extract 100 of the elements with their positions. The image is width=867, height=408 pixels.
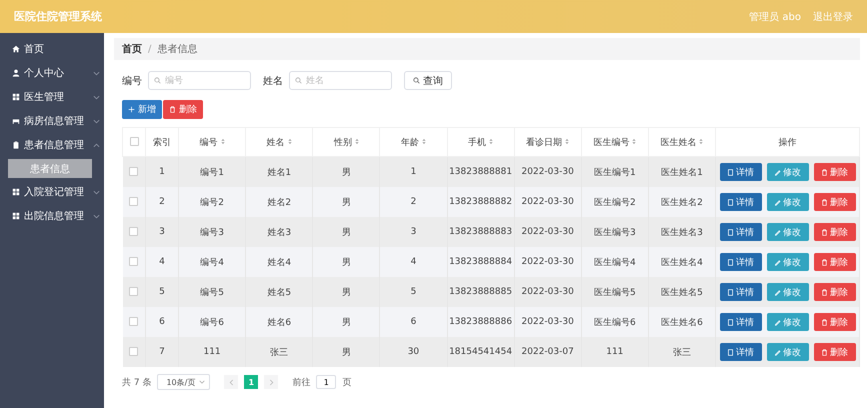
table-cell: 18154541454: [447, 337, 514, 367]
column-header[interactable]: 性别: [312, 128, 380, 156]
row-checkbox[interactable]: [129, 197, 138, 206]
sidebar-item[interactable]: 医生管理: [0, 85, 104, 109]
edit-button[interactable]: 修改: [766, 223, 808, 241]
table-cell: 编号3: [178, 217, 246, 247]
clipboard-icon: [12, 141, 20, 149]
delete-button[interactable]: 删除: [814, 283, 856, 301]
select-all-checkbox[interactable]: [130, 137, 138, 146]
column-header[interactable]: 手机: [447, 128, 514, 156]
search-button[interactable]: 查询: [404, 71, 452, 90]
delete-button[interactable]: 删除: [814, 163, 856, 181]
sort-icon: [489, 138, 494, 144]
detail-button[interactable]: 详情: [720, 313, 762, 331]
sidebar-item[interactable]: 入院登记管理: [0, 180, 104, 204]
table-cell: 1: [146, 156, 178, 187]
goto-label: 前往: [292, 376, 310, 388]
row-checkbox[interactable]: [129, 347, 138, 356]
column-header[interactable]: 编号: [178, 128, 246, 156]
delete-button[interactable]: 删除: [814, 223, 856, 241]
search-field[interactable]: 编号: [148, 71, 251, 90]
detail-button[interactable]: 详情: [720, 163, 762, 181]
column-header[interactable]: 年龄: [380, 128, 447, 156]
column-header[interactable]: 医生编号: [581, 128, 648, 156]
trash-icon: [821, 228, 828, 236]
table-cell: 男: [312, 337, 380, 367]
home-icon: [12, 45, 20, 53]
table-cell: 男: [312, 277, 380, 307]
pencil-icon: [774, 288, 781, 296]
column-header[interactable]: 操作: [716, 128, 860, 156]
row-checkbox[interactable]: [129, 167, 138, 176]
document-icon: [727, 198, 734, 206]
table-cell: 5: [146, 277, 178, 307]
total-count: 共 7 条: [122, 376, 152, 388]
detail-button[interactable]: 详情: [720, 193, 762, 211]
search-icon: [413, 77, 420, 84]
add-button[interactable]: 新增: [122, 100, 162, 119]
delete-button[interactable]: 删除: [163, 100, 203, 119]
table-cell: 2022-03-07: [514, 337, 582, 367]
sort-icon: [288, 138, 292, 144]
row-checkbox[interactable]: [129, 287, 138, 296]
table-cell: 姓名1: [246, 156, 313, 187]
trash-icon: [821, 198, 828, 206]
trash-icon: [821, 168, 828, 176]
row-checkbox[interactable]: [129, 227, 138, 236]
sort-icon: [565, 138, 570, 144]
detail-button[interactable]: 详情: [720, 253, 762, 271]
row-checkbox[interactable]: [129, 317, 138, 326]
column-header[interactable]: 医生姓名: [648, 128, 716, 156]
sort-icon: [422, 138, 426, 144]
delete-button[interactable]: 删除: [814, 193, 856, 211]
edit-button[interactable]: 修改: [766, 193, 808, 211]
column-header[interactable]: 看诊日期: [514, 128, 582, 156]
next-page-button[interactable]: [264, 375, 278, 389]
breadcrumb-item[interactable]: 首页: [122, 42, 142, 56]
table-cell: 医生姓名4: [648, 247, 716, 277]
delete-button[interactable]: 删除: [814, 313, 856, 331]
edit-button[interactable]: 修改: [766, 313, 808, 331]
delete-button[interactable]: 删除: [814, 343, 856, 361]
detail-button[interactable]: 详情: [720, 343, 762, 361]
column-header[interactable]: 索引: [146, 128, 178, 156]
sidebar-item[interactable]: 出院信息管理: [0, 204, 104, 228]
table-cell: 111: [581, 337, 648, 367]
detail-button[interactable]: 详情: [720, 283, 762, 301]
trash-icon: [821, 318, 828, 326]
table-cell: 6: [380, 307, 447, 337]
previous-page-button[interactable]: [224, 375, 238, 389]
edit-button[interactable]: 修改: [766, 253, 808, 271]
chevron-icon: [93, 142, 100, 148]
pencil-icon: [774, 348, 781, 356]
edit-button[interactable]: 修改: [766, 163, 808, 181]
bed-icon: [12, 117, 20, 125]
sidebar-item[interactable]: 首页: [0, 37, 104, 61]
edit-button[interactable]: 修改: [766, 343, 808, 361]
detail-button[interactable]: 详情: [720, 223, 762, 241]
table-cell: 3: [146, 217, 178, 247]
column-header[interactable]: 姓名: [246, 128, 313, 156]
sidebar-item[interactable]: 个人中心: [0, 61, 104, 85]
table-cell: 2022-03-30: [514, 277, 582, 307]
search-field[interactable]: 姓名: [289, 71, 392, 90]
document-icon: [727, 228, 734, 236]
document-icon: [727, 318, 734, 326]
delete-button[interactable]: 删除: [814, 253, 856, 271]
trash-icon: [821, 258, 828, 266]
row-checkbox[interactable]: [129, 257, 138, 266]
pencil-icon: [774, 168, 781, 176]
table-cell: 医生姓名1: [648, 156, 716, 187]
table-cell: 1: [380, 156, 447, 187]
sidebar-item[interactable]: 病房信息管理: [0, 109, 104, 133]
field-label: 编号: [122, 74, 142, 88]
table-cell: 姓名2: [246, 187, 313, 217]
pencil-icon: [774, 198, 781, 206]
page-size-select[interactable]: 10条/页: [157, 374, 210, 390]
breadcrumb-separator: /: [148, 44, 152, 54]
sidebar-item[interactable]: 患者信息管理: [0, 133, 104, 157]
table-cell: 医生姓名3: [648, 217, 716, 247]
page-input[interactable]: 1: [316, 375, 336, 389]
grid-icon: [12, 93, 20, 101]
chevron-left-icon: [228, 378, 234, 386]
edit-button[interactable]: 修改: [766, 283, 808, 301]
